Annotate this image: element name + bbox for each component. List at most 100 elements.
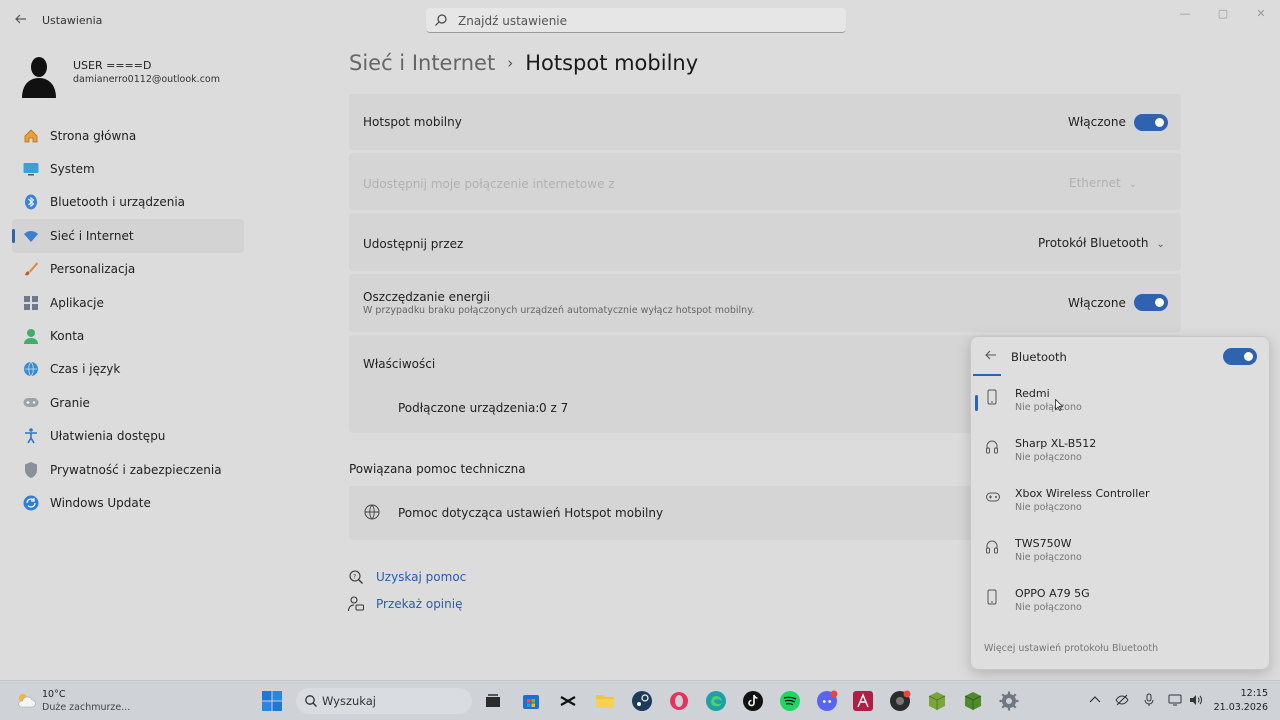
user-email: damianerro0112@outlook.com [73, 74, 220, 85]
taskbar-search-label: Wyszukaj [322, 694, 376, 708]
sidebar-item-label: Bluetooth i urządzenia [50, 195, 185, 210]
related-help-title: Powiązana pomoc techniczna [349, 462, 526, 476]
share-from-dropdown[interactable]: Ethernet ⌄ [1069, 176, 1137, 190]
steam-app[interactable] [631, 690, 653, 712]
user-profile[interactable]: USER ====D damianerro0112@outlook.com [18, 54, 258, 100]
sidebar-item-bluetooth[interactable]: Bluetooth i urządzenia [12, 186, 244, 219]
spotify-app[interactable] [779, 690, 801, 712]
discord-app[interactable] [816, 690, 838, 712]
help-icon: ? [349, 570, 363, 584]
settings-search[interactable] [426, 8, 846, 33]
tiktok-icon [743, 691, 763, 711]
wifi-icon [22, 227, 40, 245]
svg-text:?: ? [353, 574, 356, 581]
home-icon [22, 127, 40, 145]
tiktok-app[interactable] [742, 690, 764, 712]
weather-description: Duże zachmurze... [42, 702, 131, 713]
taskbar-search[interactable]: Wyszukaj [296, 688, 472, 714]
feedback-icon [348, 596, 364, 612]
obs-icon [890, 690, 911, 711]
sidebar-item-personalization[interactable]: Personalizacja [12, 253, 244, 286]
share-from-card: Udostępnij moje połączenie internetowe z… [349, 153, 1181, 210]
help-hotspot-label: Pomoc dotycząca ustawień Hotspot mobilny [398, 506, 664, 520]
device-item[interactable]: Xbox Wireless Controller Nie połączono [973, 481, 1269, 531]
accessibility-icon [22, 427, 40, 445]
sidebar-item-windows-update[interactable]: Windows Update [12, 486, 244, 519]
person-icon [22, 327, 40, 345]
power-saving-label: Oszczędzanie energii [363, 290, 491, 304]
spotify-icon [780, 691, 800, 711]
breadcrumb: Sieć i Internet › Hotspot mobilny [349, 48, 698, 78]
breadcrumb-parent[interactable]: Sieć i Internet [349, 51, 495, 75]
sidebar-item-accessibility[interactable]: Ułatwienia dostępu [12, 420, 244, 453]
mouse-cursor-icon [1055, 399, 1063, 411]
file-explorer-app[interactable] [594, 690, 616, 712]
phone-icon [987, 589, 997, 605]
minecraft-launcher-app[interactable] [962, 690, 984, 712]
title-bar: Ustawienia — ▢ ✕ [0, 0, 1280, 40]
bluetooth-icon [22, 193, 40, 211]
sidebar-item-home[interactable]: Strona główna [12, 119, 244, 152]
store-app[interactable] [520, 690, 542, 712]
close-button[interactable]: ✕ [1248, 6, 1274, 22]
microphone-icon[interactable] [1142, 693, 1156, 707]
sidebar-item-privacy[interactable]: Prywatność i zabezpieczenia [12, 453, 244, 486]
capcut-app[interactable] [557, 690, 579, 712]
settings-app[interactable] [998, 690, 1020, 712]
app-title: Ustawienia [42, 14, 103, 27]
sidebar-item-network[interactable]: Sieć i Internet [12, 219, 244, 253]
sidebar-item-system[interactable]: System [12, 152, 244, 185]
phone-icon [987, 389, 997, 405]
start-button[interactable] [261, 690, 283, 712]
sidebar-item-label: System [50, 162, 95, 177]
search-icon [435, 14, 447, 26]
flyout-back-button[interactable] [985, 349, 997, 365]
task-view-button[interactable] [482, 690, 504, 712]
taskbar-clock[interactable]: 12:15 21.03.2026 [1212, 687, 1268, 715]
volume-icon[interactable] [1189, 693, 1203, 707]
sidebar-item-time-language[interactable]: Czas i język [12, 353, 244, 386]
device-item[interactable]: Sharp XL-B512 Nie połączono [973, 431, 1269, 481]
edge-icon [706, 691, 726, 711]
arrow-left-icon [985, 350, 996, 360]
breadcrumb-separator: › [507, 54, 514, 72]
eye-off-icon[interactable] [1115, 693, 1129, 707]
device-item[interactable]: TWS750W Nie połączono [973, 531, 1269, 581]
sidebar-item-label: Konta [50, 329, 85, 344]
opera-gx-app[interactable] [668, 690, 690, 712]
power-saving-toggle[interactable] [1134, 294, 1168, 311]
device-item[interactable]: OPPO A79 5G Nie połączono [973, 581, 1269, 631]
maximize-button[interactable]: ▢ [1210, 6, 1236, 22]
minimize-button[interactable]: — [1172, 6, 1198, 22]
share-via-value: Protokół Bluetooth [1038, 236, 1149, 250]
affinity-app[interactable] [852, 690, 874, 712]
task-view-icon [486, 694, 500, 707]
edge-app[interactable] [705, 690, 727, 712]
network-icon[interactable] [1168, 693, 1182, 707]
minecraft-launcher-icon [964, 692, 982, 710]
weather-widget[interactable]: 10°C Duże zachmurze... [14, 687, 144, 715]
sidebar-item-label: Aplikacje [50, 295, 104, 310]
more-bluetooth-settings-link[interactable]: Więcej ustawień protokołu Bluetooth [984, 643, 1158, 654]
sidebar-item-apps[interactable]: Aplikacje [12, 286, 244, 319]
avatar [22, 57, 56, 98]
device-item[interactable]: Redmi Nie połączono [973, 381, 1269, 431]
bluetooth-toggle[interactable] [1223, 348, 1257, 365]
get-help-link[interactable]: Uzyskaj pomoc [376, 570, 466, 584]
power-saving-state: Włączone [1068, 296, 1126, 310]
minecraft-app[interactable] [926, 690, 948, 712]
hotspot-toggle[interactable] [1134, 114, 1168, 131]
feedback-link[interactable]: Przekaż opinię [376, 597, 462, 611]
obs-app[interactable] [889, 690, 911, 712]
hotspot-label: Hotspot mobilny [363, 115, 462, 129]
sidebar-item-gaming[interactable]: Granie [12, 386, 244, 419]
monitor-icon [22, 160, 40, 178]
chevron-up-icon[interactable] [1088, 693, 1102, 707]
properties-label: Właściwości [363, 357, 436, 371]
sidebar-item-accounts[interactable]: Konta [12, 319, 244, 352]
back-button[interactable] [12, 12, 30, 30]
update-icon [22, 494, 40, 512]
search-input[interactable] [458, 11, 838, 30]
weather-temperature: 10°C [42, 689, 66, 700]
share-via-dropdown[interactable]: Protokół Bluetooth ⌄ [1038, 236, 1165, 250]
